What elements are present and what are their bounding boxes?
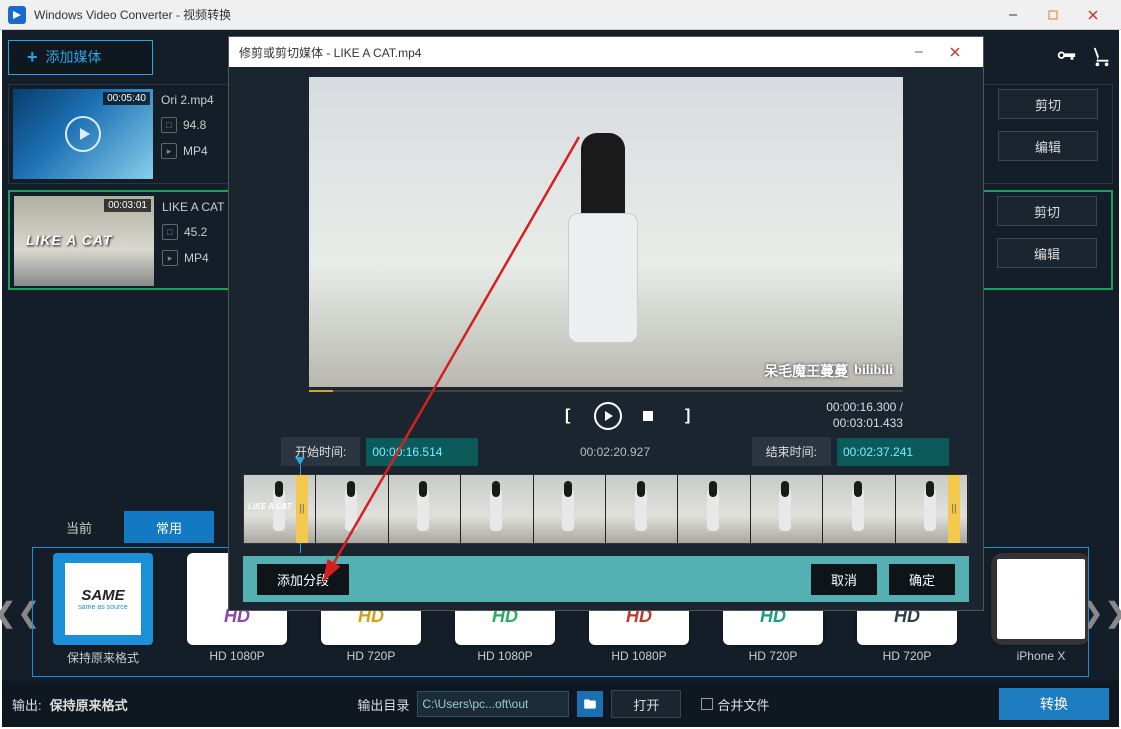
ok-button[interactable]: 确定 xyxy=(889,564,955,595)
duration-badge: 00:03:01 xyxy=(104,199,151,212)
output-path-field[interactable]: C:\Users\pc...oft\out xyxy=(417,691,569,717)
output-label-prefix: 输出: xyxy=(12,695,42,714)
add-media-button[interactable]: + 添加媒体 xyxy=(8,40,153,75)
outer-titlebar: Windows Video Converter - 视频转换 xyxy=(0,0,1121,30)
file-icon: □ xyxy=(161,117,177,133)
add-segment-button[interactable]: 添加分段 xyxy=(257,564,349,595)
carousel-next-button[interactable]: ❯❯ xyxy=(1089,543,1119,681)
mark-out-button[interactable]: ] xyxy=(674,402,702,430)
file-icon: □ xyxy=(162,224,178,240)
merge-label: 合并文件 xyxy=(717,695,769,714)
format-label: HD 1080P xyxy=(477,649,532,663)
format-label: HD 1080P xyxy=(611,649,666,663)
media-format: MP4 xyxy=(184,251,209,265)
window-title: Windows Video Converter - 视频转换 xyxy=(34,6,993,23)
time-inputs-row: 开始时间: 00:00:16.514 00:02:20.927 结束时间: 00… xyxy=(243,437,969,466)
trim-close-button[interactable] xyxy=(937,38,973,66)
media-size: 94.8 xyxy=(183,118,206,132)
end-time-input[interactable]: 00:02:37.241 xyxy=(837,438,949,466)
add-media-label: 添加媒体 xyxy=(46,47,102,67)
app-icon xyxy=(8,6,26,24)
edit-button[interactable]: 编辑 xyxy=(998,131,1098,161)
format-icon: ▸ xyxy=(161,143,177,159)
play-button[interactable] xyxy=(594,402,622,430)
maximize-button[interactable] xyxy=(1033,1,1073,29)
filmstrip[interactable] xyxy=(243,474,969,544)
format-label: iPhone X xyxy=(1017,649,1066,663)
cancel-button[interactable]: 取消 xyxy=(811,564,877,595)
format-label: HD 720P xyxy=(347,649,396,663)
edit-button[interactable]: 编辑 xyxy=(997,238,1097,268)
merge-checkbox[interactable] xyxy=(701,698,713,710)
trim-titlebar: 修剪或剪切媒体 - LIKE A CAT.mp4 xyxy=(229,37,983,67)
media-thumbnail[interactable]: 00:03:01 LIKE A CAT xyxy=(14,196,154,286)
format-tile: SAMEsame as source xyxy=(53,553,153,645)
video-preview[interactable]: 呆毛魔王蔓蔓 bilibili xyxy=(309,77,903,387)
open-button[interactable]: 打开 xyxy=(611,690,681,718)
plus-icon: + xyxy=(27,47,38,68)
start-time-input[interactable]: 00:00:16.514 xyxy=(366,438,478,466)
stop-button[interactable] xyxy=(634,402,662,430)
play-icon xyxy=(65,116,101,152)
folder-icon xyxy=(583,697,597,711)
format-label: 保持原来格式 xyxy=(67,649,139,666)
cart-icon[interactable] xyxy=(1091,46,1113,68)
trim-dialog: 修剪或剪切媒体 - LIKE A CAT.mp4 呆毛魔王蔓蔓 bilibili… xyxy=(228,36,984,611)
scrub-bar[interactable] xyxy=(309,390,903,392)
trim-handle-left[interactable] xyxy=(296,475,308,543)
thumbnail-text: LIKE A CAT xyxy=(26,232,112,248)
total-time: 00:03:01.433 xyxy=(826,416,903,432)
mark-in-button[interactable]: [ xyxy=(554,402,582,430)
end-time-label: 结束时间: xyxy=(752,437,831,466)
duration-badge: 00:05:40 xyxy=(103,92,150,105)
current-time: 00:00:16.300 / xyxy=(826,400,903,416)
browse-button[interactable] xyxy=(577,691,603,717)
media-thumbnail[interactable]: 00:05:40 xyxy=(13,89,153,179)
tab-common[interactable]: 常用 xyxy=(124,511,214,543)
output-format: 保持原来格式 xyxy=(50,695,128,714)
format-card[interactable]: iPhone X xyxy=(976,553,1089,671)
format-card[interactable]: SAMEsame as source 保持原来格式 xyxy=(38,553,168,671)
video-watermark: 呆毛魔王蔓蔓 bilibili xyxy=(764,361,893,381)
segment-duration: 00:02:20.927 xyxy=(484,445,745,459)
output-dir-label: 输出目录 xyxy=(357,695,409,714)
media-name: LIKE A CAT xyxy=(162,200,224,214)
close-button[interactable] xyxy=(1073,1,1113,29)
trim-minimize-button[interactable] xyxy=(901,38,937,66)
carousel-prev-button[interactable]: ❮❮ xyxy=(2,543,32,681)
playback-controls: [ ] 00:00:16.300 / 00:03:01.433 xyxy=(309,400,903,431)
start-time-label: 开始时间: xyxy=(281,437,360,466)
format-label: HD 1080P xyxy=(209,649,264,663)
format-tile xyxy=(991,553,1089,645)
trim-action-bar: 添加分段 取消 确定 xyxy=(243,556,969,602)
bottom-bar: 输出: 保持原来格式 输出目录 C:\Users\pc...oft\out 打开… xyxy=(2,681,1119,727)
format-label: HD 720P xyxy=(883,649,932,663)
minimize-button[interactable] xyxy=(993,1,1033,29)
trim-dialog-title: 修剪或剪切媒体 - LIKE A CAT.mp4 xyxy=(239,44,422,61)
tab-current[interactable]: 当前 xyxy=(34,511,124,543)
media-format: MP4 xyxy=(183,144,208,158)
trim-button[interactable]: 剪切 xyxy=(998,89,1098,119)
convert-button[interactable]: 转换 xyxy=(999,688,1109,720)
media-size: 45.2 xyxy=(184,225,207,239)
trim-button[interactable]: 剪切 xyxy=(997,196,1097,226)
trim-handle-right[interactable] xyxy=(948,475,960,543)
media-name: Ori 2.mp4 xyxy=(161,93,214,107)
format-label: HD 720P xyxy=(749,649,798,663)
key-icon[interactable] xyxy=(1055,46,1077,68)
format-icon: ▸ xyxy=(162,250,178,266)
